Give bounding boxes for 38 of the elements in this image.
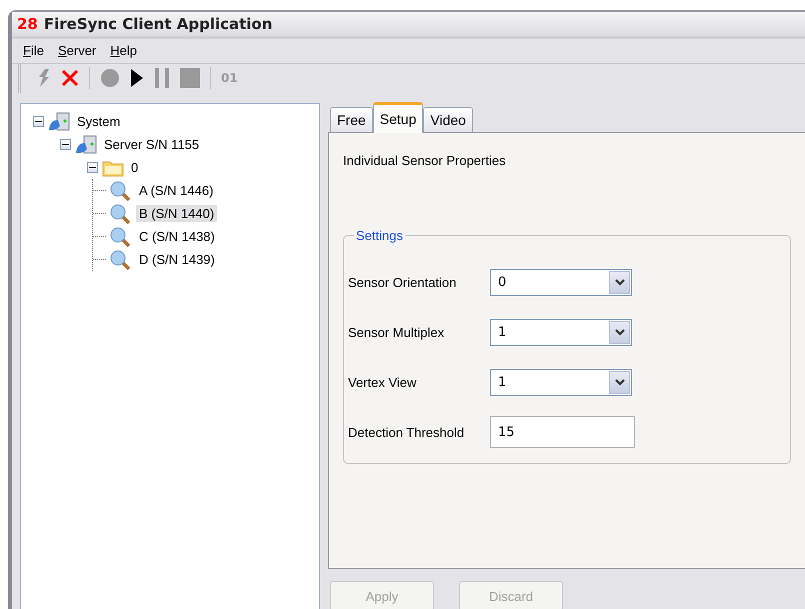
tree-item[interactable]: C (S/N 1438) bbox=[136, 228, 218, 245]
tree-item[interactable]: Server S/N 1155 bbox=[101, 136, 202, 153]
group-legend: Settings bbox=[354, 228, 405, 243]
title-number: 28 bbox=[17, 14, 38, 33]
magnifier-icon bbox=[110, 250, 132, 270]
play-icon[interactable] bbox=[130, 68, 144, 88]
window-title: FireSync Client Application bbox=[44, 14, 272, 33]
expander-icon[interactable] bbox=[60, 139, 71, 150]
tab[interactable]: Free bbox=[330, 107, 373, 132]
magnifier-icon bbox=[110, 180, 132, 200]
menu-item[interactable]: Help bbox=[105, 43, 142, 58]
tree-item[interactable]: 0 bbox=[128, 159, 142, 176]
expander-icon[interactable] bbox=[33, 116, 44, 127]
counter-label: 01 bbox=[221, 71, 238, 86]
tab[interactable]: Setup bbox=[372, 102, 424, 133]
close-icon[interactable] bbox=[61, 69, 79, 88]
section-heading: Individual Sensor Properties bbox=[343, 153, 507, 168]
tree-item[interactable]: A (S/N 1446) bbox=[136, 182, 216, 199]
server-icon bbox=[75, 134, 97, 154]
tree-item[interactable]: B (S/N 1440) bbox=[136, 205, 218, 222]
folder-icon bbox=[102, 158, 124, 176]
input-field[interactable]: 15 bbox=[490, 416, 635, 448]
field-label: Vertex View bbox=[348, 374, 418, 390]
dropdown-field[interactable]: 1 bbox=[490, 368, 632, 396]
expander-icon[interactable] bbox=[87, 162, 98, 173]
field-label: Detection Threshold bbox=[348, 424, 466, 440]
menu-item[interactable]: File bbox=[18, 43, 49, 58]
tab[interactable]: Video bbox=[423, 107, 473, 132]
field-label: Sensor Orientation bbox=[348, 274, 458, 290]
magnifier-icon bbox=[110, 226, 132, 246]
dropdown-field[interactable]: 0 bbox=[490, 268, 632, 296]
magnifier-icon bbox=[110, 204, 132, 224]
server-icon bbox=[48, 112, 70, 132]
dropdown-field[interactable]: 1 bbox=[490, 318, 632, 346]
tree-item[interactable]: System bbox=[74, 113, 124, 130]
menu-item[interactable]: Server bbox=[52, 43, 102, 58]
tree-item[interactable]: D (S/N 1439) bbox=[136, 251, 218, 268]
field-label: Sensor Multiplex bbox=[348, 324, 446, 340]
